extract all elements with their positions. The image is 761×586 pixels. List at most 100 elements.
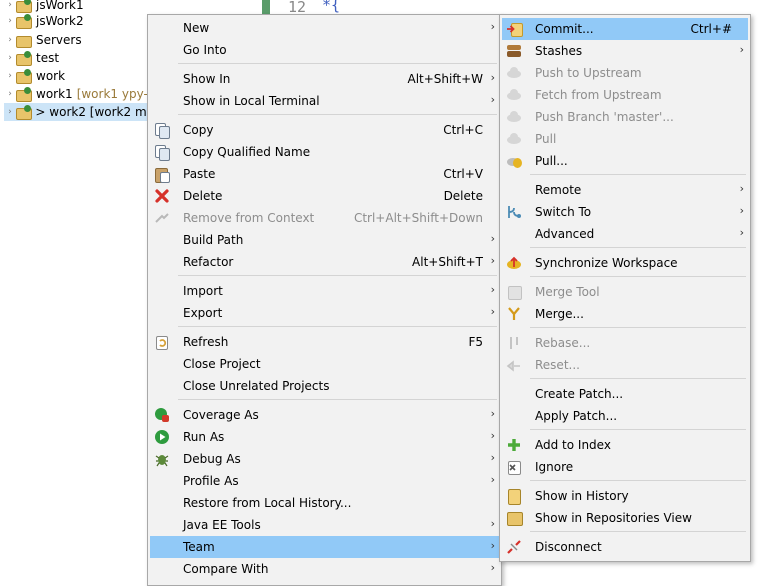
menu-item-stashes[interactable]: Stashes ›: [502, 40, 748, 62]
menu-item-go-into[interactable]: Go Into: [150, 39, 499, 61]
menu-item-label: Remove from Context: [183, 211, 315, 225]
tree-item-label: test: [36, 51, 60, 65]
change-marker: [262, 0, 270, 14]
menu-item-paste[interactable]: Paste Ctrl+V: [150, 163, 499, 185]
debug-bug-icon: [154, 451, 170, 467]
tree-item-servers[interactable]: › Servers: [4, 31, 82, 49]
tree-item-work2[interactable]: › > work2 [work2 ma: [4, 103, 154, 121]
tree-item-work1[interactable]: › work1 [work1 ypy-2: [4, 85, 155, 103]
menu-item-label: Export: [183, 306, 223, 320]
menu-item-label: Compare With: [183, 562, 269, 576]
copy-qualified-name-icon: [154, 144, 170, 161]
menu-item-fetch-from-upstream[interactable]: Fetch from Upstream: [502, 84, 748, 106]
menu-item-close-unrelated-projects[interactable]: Close Unrelated Projects: [150, 375, 499, 397]
menu-item-compare-with[interactable]: Compare With ›: [150, 558, 499, 580]
menu-item-label: Coverage As: [183, 408, 259, 422]
chevron-right-icon[interactable]: ›: [4, 71, 16, 81]
chevron-right-icon[interactable]: ›: [4, 53, 16, 63]
menu-item-export[interactable]: Export ›: [150, 302, 499, 324]
tree-item-label: work1: [36, 87, 73, 101]
menu-item-label: Pull...: [535, 154, 568, 168]
menu-item-create-patch[interactable]: Create Patch...: [502, 383, 748, 405]
menu-item-label: Debug As: [183, 452, 241, 466]
menu-item-remove-from-context[interactable]: Remove from Context Ctrl+Alt+Shift+Down: [150, 207, 499, 229]
menu-item-team[interactable]: Team ›: [150, 536, 499, 558]
menu-item-show-in[interactable]: Show In Alt+Shift+W ›: [150, 68, 499, 90]
git-repository-icon: [506, 510, 523, 526]
tree-item-test[interactable]: › test: [4, 49, 59, 67]
paste-icon: [154, 166, 170, 183]
menu-item-coverage-as[interactable]: Coverage As ›: [150, 404, 499, 426]
team-submenu: Commit... Ctrl+# Stashes › Push to Upstr…: [499, 14, 751, 562]
menu-item-advanced[interactable]: Advanced ›: [502, 223, 748, 245]
menu-item-label: Delete: [183, 189, 223, 203]
chevron-right-icon[interactable]: ›: [4, 107, 16, 117]
menu-item-push-to-upstream[interactable]: Push to Upstream: [502, 62, 748, 84]
chevron-right-icon: ›: [490, 561, 495, 574]
menu-item-copy[interactable]: Copy Ctrl+C: [150, 119, 499, 141]
menu-item-java-ee-tools[interactable]: Java EE Tools ›: [150, 514, 499, 536]
menu-item-label: Copy Qualified Name: [183, 145, 311, 159]
menu-item-show-in-history[interactable]: Show in History: [502, 485, 748, 507]
git-repo-decoration: [work1 ypy-2: [76, 87, 156, 101]
menu-item-rebase[interactable]: Rebase...: [502, 332, 748, 354]
menu-item-restore-local-history[interactable]: Restore from Local History...: [150, 492, 499, 514]
menu-item-commit[interactable]: Commit... Ctrl+#: [502, 18, 748, 40]
menu-item-copy-qualified-name[interactable]: Copy Qualified Name: [150, 141, 499, 163]
menu-separator: [530, 276, 746, 277]
chevron-right-icon: ›: [490, 71, 495, 84]
menu-separator: [178, 63, 497, 64]
menu-item-refresh[interactable]: Refresh F5: [150, 331, 499, 353]
menu-item-add-to-index[interactable]: Add to Index: [502, 434, 748, 456]
menu-item-label: Ignore: [535, 460, 574, 474]
menu-item-build-path[interactable]: Build Path ›: [150, 229, 499, 251]
tree-item-work[interactable]: › work: [4, 67, 65, 85]
menu-item-delete[interactable]: Delete Delete: [150, 185, 499, 207]
menu-item-ignore[interactable]: Ignore: [502, 456, 748, 478]
menu-item-switch-to[interactable]: Switch To ›: [502, 201, 748, 223]
menu-item-refactor[interactable]: Refactor Alt+Shift+T ›: [150, 251, 499, 273]
chevron-right-icon: ›: [490, 20, 495, 33]
tree-item-label: work: [36, 69, 66, 83]
menu-shortcut: Ctrl+Alt+Shift+Down: [353, 211, 483, 225]
chevron-right-icon: ›: [739, 43, 744, 56]
menu-item-debug-as[interactable]: Debug As ›: [150, 448, 499, 470]
menu-item-push-branch[interactable]: Push Branch 'master'...: [502, 106, 748, 128]
chevron-right-icon[interactable]: ›: [4, 89, 16, 99]
chevron-right-icon[interactable]: ›: [4, 16, 16, 26]
menu-item-run-as[interactable]: Run As ›: [150, 426, 499, 448]
menu-separator: [530, 480, 746, 481]
menu-item-pull[interactable]: Pull: [502, 128, 748, 150]
menu-item-merge-tool[interactable]: Merge Tool: [502, 281, 748, 303]
synchronize-icon: [506, 255, 522, 271]
menu-item-profile-as[interactable]: Profile As ›: [150, 470, 499, 492]
chevron-right-icon[interactable]: ›: [4, 35, 16, 45]
menu-item-show-in-repositories-view[interactable]: Show in Repositories View: [502, 507, 748, 529]
menu-shortcut: F5: [468, 335, 483, 349]
menu-item-apply-patch[interactable]: Apply Patch...: [502, 405, 748, 427]
menu-item-label: Paste: [183, 167, 216, 181]
menu-item-pull-dialog[interactable]: Pull...: [502, 150, 748, 172]
merge-icon: [506, 306, 522, 322]
menu-item-label: Import: [183, 284, 223, 298]
menu-item-show-in-terminal[interactable]: Show in Local Terminal ›: [150, 90, 499, 112]
menu-shortcut: Alt+Shift+W: [407, 72, 484, 86]
tree-item-jswork2[interactable]: › jsWork2: [4, 12, 84, 30]
merge-tool-icon: [506, 284, 522, 300]
tree-item-label: Servers: [36, 33, 82, 47]
menu-item-reset[interactable]: Reset...: [502, 354, 748, 376]
menu-separator: [530, 327, 746, 328]
menu-item-disconnect[interactable]: Disconnect: [502, 536, 748, 558]
chevron-right-icon[interactable]: ›: [4, 0, 16, 10]
menu-item-label: Show in Local Terminal: [183, 94, 320, 108]
menu-item-close-project[interactable]: Close Project: [150, 353, 499, 375]
context-menu: New › Go Into Show In Alt+Shift+W › Show…: [147, 14, 502, 586]
menu-item-synchronize-workspace[interactable]: Synchronize Workspace: [502, 252, 748, 274]
tree-item-label: > work2 [work2 ma: [35, 105, 154, 119]
menu-item-new[interactable]: New ›: [150, 17, 499, 39]
menu-item-merge[interactable]: Merge...: [502, 303, 748, 325]
menu-item-import[interactable]: Import ›: [150, 280, 499, 302]
menu-item-label: Commit...: [535, 22, 594, 36]
tree-item-label: jsWork1: [36, 0, 84, 12]
menu-item-remote[interactable]: Remote ›: [502, 179, 748, 201]
